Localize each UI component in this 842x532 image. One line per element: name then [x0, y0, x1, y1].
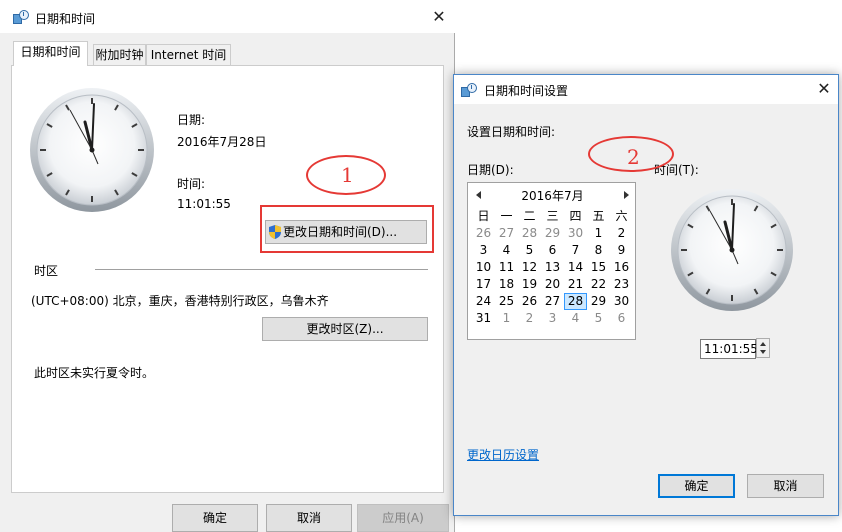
calendar-weekday: 三	[546, 209, 559, 223]
ok-button[interactable]: 确定	[172, 504, 258, 532]
calendar-day[interactable]: 23	[610, 276, 633, 293]
calendar-day[interactable]: 20	[541, 276, 564, 293]
calendar-settings-link[interactable]: 更改日历设置	[467, 446, 539, 463]
time-spinner[interactable]	[756, 338, 770, 358]
calendar-weekday: 六	[615, 209, 628, 223]
calendar-day[interactable]: 26	[518, 293, 541, 310]
calendar-day[interactable]: 11	[495, 259, 518, 276]
calendar-day[interactable]: 30	[610, 293, 633, 310]
time-value: 11:01:55	[177, 197, 231, 211]
annotation-number-2: 2	[627, 145, 640, 169]
calendar-day[interactable]: 6	[610, 310, 633, 327]
datetime-window: 日期和时间 ✕ 附加时钟 Internet 时间 日期和时间 日期: 2016年…	[0, 0, 455, 532]
calendar-day[interactable]: 14	[564, 259, 587, 276]
calendar-day[interactable]: 16	[610, 259, 633, 276]
calendar-day[interactable]: 19	[518, 276, 541, 293]
settings-dialog-titlebar[interactable]: 日期和时间设置 ✕	[454, 75, 838, 104]
date-field-label: 日期(D):	[467, 163, 514, 177]
dialog-title: 日期和时间设置	[484, 84, 569, 98]
calendar-day[interactable]: 8	[587, 242, 610, 259]
calendar-weekday: 四	[569, 209, 582, 223]
calendar-day[interactable]: 6	[541, 242, 564, 259]
set-datetime-prompt: 设置日期和时间:	[467, 125, 556, 139]
calendar-day[interactable]: 15	[587, 259, 610, 276]
calendar-day[interactable]: 21	[564, 276, 587, 293]
spin-down-icon[interactable]	[760, 350, 766, 354]
timezone-heading: 时区	[34, 264, 59, 278]
calendar-day[interactable]: 7	[564, 242, 587, 259]
calendar-day[interactable]: 26	[472, 225, 495, 242]
calendar-day[interactable]: 3	[541, 310, 564, 327]
calendar-day[interactable]: 3	[472, 242, 495, 259]
tab-internet-time[interactable]: Internet 时间	[146, 44, 231, 66]
timezone-value: (UTC+08:00) 北京，重庆，香港特别行政区，乌鲁木齐	[31, 294, 329, 308]
calendar-weekday: 一	[500, 209, 513, 223]
next-month-icon[interactable]	[624, 191, 629, 199]
date-label: 日期:	[177, 113, 206, 127]
calendar-weekday: 五	[592, 209, 605, 223]
tab-date-and-time[interactable]: 日期和时间	[13, 41, 88, 66]
date-value: 2016年7月28日	[177, 135, 267, 149]
close-icon[interactable]: ✕	[432, 9, 446, 25]
highlight-box	[260, 205, 434, 253]
cancel-button[interactable]: 取消	[266, 504, 352, 532]
calendar-day[interactable]: 28	[518, 225, 541, 242]
apply-button[interactable]: 应用(A)	[357, 504, 449, 532]
analog-clock	[671, 189, 793, 311]
calendar-day[interactable]: 2	[610, 225, 633, 242]
calendar-day[interactable]: 27	[541, 293, 564, 310]
calendar[interactable]: 2016年7月 日一二三四五六 26 27 28 29 30 1 2 3 4 5 6 7 8 9 10 11 12…	[467, 182, 636, 340]
calendar-day[interactable]: 22	[587, 276, 610, 293]
calendar-day[interactable]: 1	[587, 225, 610, 242]
calendar-day[interactable]: 1	[495, 310, 518, 327]
time-label: 时间:	[177, 177, 206, 191]
calendar-day[interactable]: 5	[518, 242, 541, 259]
window-title: 日期和时间	[35, 12, 96, 26]
calendar-day[interactable]: 4	[564, 310, 587, 327]
time-input[interactable]: 11:01:55	[700, 339, 758, 359]
calendar-day[interactable]: 5	[587, 310, 610, 327]
tab-additional-clocks[interactable]: 附加时钟	[93, 44, 146, 66]
calendar-day[interactable]: 2	[518, 310, 541, 327]
cancel-button[interactable]: 取消	[747, 474, 824, 498]
calendar-weekday: 日	[477, 209, 490, 223]
datetime-app-icon	[13, 9, 29, 25]
calendar-day[interactable]: 12	[518, 259, 541, 276]
calendar-day[interactable]: 18	[495, 276, 518, 293]
change-timezone-button[interactable]: 更改时区(Z)...	[262, 317, 428, 341]
calendar-day[interactable]: 31	[472, 310, 495, 327]
datetime-app-icon	[461, 82, 477, 98]
annotation-number-1: 1	[341, 163, 354, 187]
calendar-day[interactable]: 4	[495, 242, 518, 259]
calendar-day[interactable]: 9	[610, 242, 633, 259]
calendar-day[interactable]: 30	[564, 225, 587, 242]
calendar-day[interactable]: 25	[495, 293, 518, 310]
spin-up-icon[interactable]	[760, 342, 766, 346]
timezone-divider	[95, 269, 428, 270]
datetime-window-titlebar[interactable]: 日期和时间 ✕	[0, 0, 455, 33]
calendar-weekday: 二	[523, 209, 536, 223]
calendar-month-label[interactable]: 2016年7月	[468, 187, 637, 204]
close-icon[interactable]: ✕	[817, 81, 831, 97]
analog-clock	[30, 88, 154, 212]
dst-note: 此时区未实行夏令时。	[34, 366, 155, 380]
calendar-day[interactable]: 10	[472, 259, 495, 276]
ok-button[interactable]: 确定	[658, 474, 735, 498]
calendar-day[interactable]: 27	[495, 225, 518, 242]
calendar-day[interactable]: 13	[541, 259, 564, 276]
calendar-day[interactable]: 24	[472, 293, 495, 310]
calendar-day[interactable]: 17	[472, 276, 495, 293]
calendar-day[interactable]: 29	[541, 225, 564, 242]
calendar-day[interactable]: 29	[587, 293, 610, 310]
calendar-day[interactable]: 28	[564, 293, 587, 310]
